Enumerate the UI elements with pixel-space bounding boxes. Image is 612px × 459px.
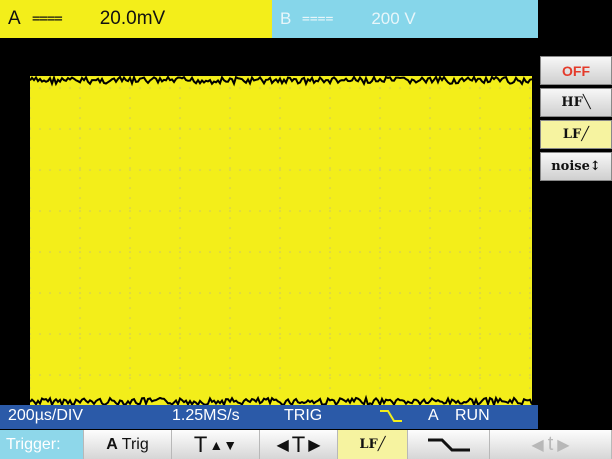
trigger-menu-label: Trigger: <box>0 430 84 459</box>
channel-b-indicator[interactable]: B ==== 200 V <box>272 0 538 38</box>
channel-a-icon: A <box>106 435 118 453</box>
trigger-source-label: Trig <box>121 435 149 453</box>
filter-hf-button[interactable]: HF╲ <box>540 88 612 117</box>
trigger-position-button[interactable]: ◀ T ▶ <box>260 430 338 459</box>
left-arrow-icon: ◀ <box>531 436 544 454</box>
left-arrow-icon: ◀ <box>276 436 289 454</box>
filter-noise-button[interactable]: noise↕ <box>540 152 612 181</box>
trigger-source-button[interactable]: A Trig <box>84 430 172 459</box>
channel-a-label: A <box>8 8 21 29</box>
trigger-level-button[interactable]: T ▲▼ <box>172 430 260 459</box>
noise-edges <box>30 76 532 406</box>
filter-menu: OFF HF╲ LF╱ noise↕ <box>540 56 612 184</box>
dc-coupling-icon: ==== <box>32 11 63 27</box>
filter-off-button[interactable]: OFF <box>540 56 612 85</box>
channel-b-scale: 200 V <box>371 9 416 28</box>
trigger-position-label: T <box>291 431 306 457</box>
trigger-level-label: T <box>193 431 208 457</box>
channel-a-scale: 20.0mV <box>99 8 166 29</box>
holdoff-button[interactable]: ◀ t ▶ <box>490 430 612 459</box>
run-state: RUN <box>455 407 490 424</box>
trigger-mode: TRIG <box>284 407 323 424</box>
timebase: 200µs/DIV <box>8 407 84 424</box>
trigger-source: A <box>428 407 439 424</box>
lf-filter-button[interactable]: LF╱ <box>338 430 408 459</box>
status-bar: 200µs/DIV 1.25MS/s TRIG A RUN <box>0 405 538 429</box>
sample-rate: 1.25MS/s <box>172 407 240 424</box>
channel-a-indicator[interactable]: A ==== 20.0mV <box>0 0 272 38</box>
filter-lf-button[interactable]: LF╱ <box>540 120 612 149</box>
channel-bar: A ==== 20.0mV B ==== 200 V <box>0 0 612 38</box>
channel-b-label: B <box>280 9 292 28</box>
dc-coupling-icon: ==== <box>302 11 334 27</box>
up-down-icon: ▲▼ <box>209 436 238 453</box>
softkey-bar: Trigger: A Trig T ▲▼ ◀ T ▶ LF╱ ◀ t ▶ <box>0 430 612 459</box>
scope-screen: T A <box>24 40 539 406</box>
channel-a-ground-marker[interactable]: A <box>31 254 39 268</box>
falling-edge-icon <box>378 407 404 430</box>
edge-slope-button[interactable] <box>408 430 490 459</box>
waveform-trace <box>30 76 532 406</box>
right-arrow-icon: ▶ <box>557 436 570 454</box>
holdoff-label: t <box>547 433 554 455</box>
falling-edge-icon <box>427 438 470 451</box>
right-arrow-icon: ▶ <box>308 436 321 454</box>
